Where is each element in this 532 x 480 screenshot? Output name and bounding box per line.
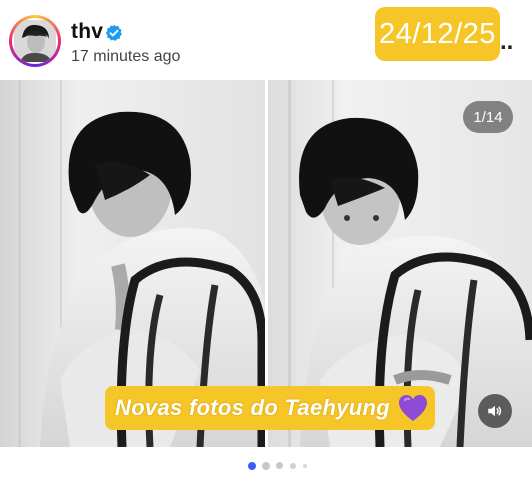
speaker-icon (488, 405, 502, 417)
caption-overlay: Novas fotos do Taehyung (105, 386, 435, 430)
post-timestamp: 17 minutes ago (71, 48, 181, 65)
caption-text: Novas fotos do Taehyung (115, 395, 390, 420)
sound-toggle-button[interactable] (478, 394, 512, 428)
purple-heart-icon (399, 395, 427, 421)
pagination-dot[interactable] (303, 464, 307, 468)
avatar-image (14, 20, 56, 62)
carousel-pagination (0, 458, 532, 474)
avatar-story-ring[interactable] (9, 15, 61, 67)
verified-badge-icon (105, 24, 122, 41)
pagination-dot[interactable] (262, 462, 270, 470)
username[interactable]: thv (71, 20, 103, 44)
avatar[interactable] (12, 18, 58, 64)
pagination-dot-active[interactable] (248, 462, 256, 470)
more-horizontal-icon[interactable]: .. (500, 28, 513, 56)
date-overlay-badge: 24/12/25 (375, 7, 500, 61)
pagination-dot[interactable] (290, 463, 296, 469)
pagination-dot[interactable] (276, 462, 283, 469)
carousel-counter: 1/14 (463, 101, 513, 133)
post-header: thv 17 minutes ago 24/12/25 .. (0, 0, 532, 80)
